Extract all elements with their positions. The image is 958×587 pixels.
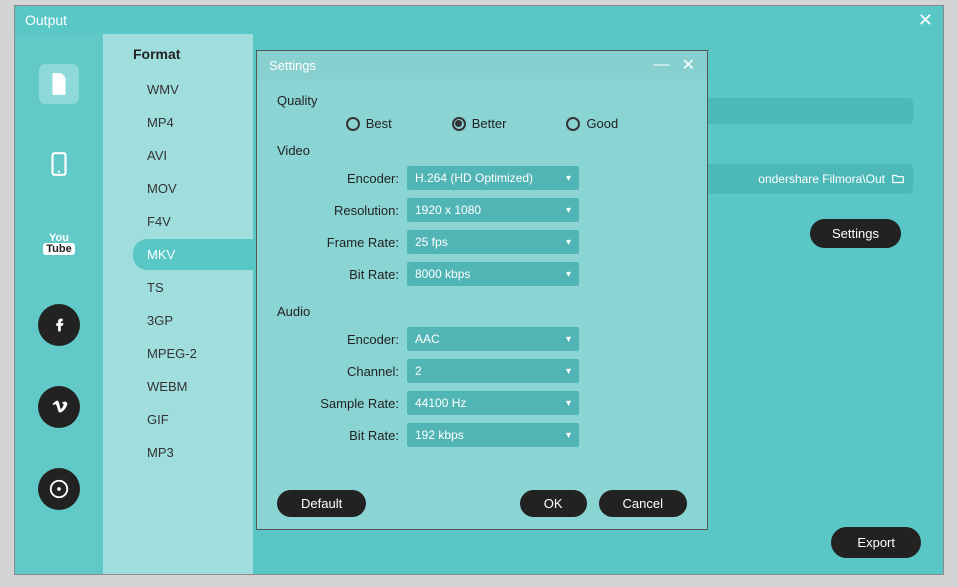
chevron-down-icon: ▾ (566, 237, 571, 248)
audio-encoder-value: AAC (415, 332, 440, 346)
quality-good-label: Good (586, 116, 618, 131)
settings-button[interactable]: Settings (810, 219, 901, 248)
facebook-icon (48, 314, 70, 336)
format-item-mp3[interactable]: MP3 (133, 437, 253, 468)
default-button[interactable]: Default (277, 490, 366, 517)
sidebar-item-youtube[interactable]: YouTube (39, 224, 79, 264)
sidebar-item-vimeo[interactable] (38, 386, 80, 428)
modal-title-bar: Settings — ✕ (257, 51, 707, 79)
audio-encoder-row: Encoder: AAC ▾ (277, 327, 687, 351)
format-item-webm[interactable]: WEBM (133, 371, 253, 402)
format-item-mov[interactable]: MOV (133, 173, 253, 204)
format-pane: Format WMV MP4 AVI MOV F4V MKV TS 3GP MP… (103, 34, 253, 574)
side-rail: YouTube (15, 34, 103, 574)
format-list: WMV MP4 AVI MOV F4V MKV TS 3GP MPEG-2 WE… (133, 74, 253, 468)
quality-row: Best Better Good (277, 116, 687, 131)
audio-bitrate-label: Bit Rate: (277, 428, 407, 443)
format-item-mkv[interactable]: MKV (133, 239, 253, 270)
format-item-ts[interactable]: TS (133, 272, 253, 303)
video-bitrate-row: Bit Rate: 8000 kbps ▾ (277, 262, 687, 286)
audio-bitrate-value: 192 kbps (415, 428, 464, 442)
video-encoder-value: H.264 (HD Optimized) (415, 171, 533, 185)
quality-best-label: Best (366, 116, 392, 131)
quality-good-radio[interactable]: Good (566, 116, 618, 131)
minimize-icon[interactable]: — (654, 56, 670, 74)
vimeo-icon (48, 396, 70, 418)
settings-modal: Settings — ✕ Quality Best Better Good Vi… (256, 50, 708, 530)
radio-icon (452, 117, 466, 131)
chevron-down-icon: ▾ (566, 173, 571, 184)
audio-encoder-label: Encoder: (277, 332, 407, 347)
quality-label: Quality (277, 93, 687, 108)
video-section-label: Video (277, 143, 687, 158)
chevron-down-icon: ▾ (566, 269, 571, 280)
format-item-mp4[interactable]: MP4 (133, 107, 253, 138)
format-item-wmv[interactable]: WMV (133, 74, 253, 105)
title-bar: Output ✕ (15, 6, 943, 34)
chevron-down-icon: ▾ (566, 398, 571, 409)
format-item-3gp[interactable]: 3GP (133, 305, 253, 336)
format-title: Format (133, 46, 253, 62)
ok-button[interactable]: OK (520, 490, 587, 517)
audio-samplerate-value: 44100 Hz (415, 396, 466, 410)
video-resolution-select[interactable]: 1920 x 1080 ▾ (407, 198, 579, 222)
audio-section-label: Audio (277, 304, 687, 319)
format-item-avi[interactable]: AVI (133, 140, 253, 171)
close-icon[interactable]: ✕ (918, 10, 933, 31)
audio-channel-value: 2 (415, 364, 422, 378)
video-encoder-row: Encoder: H.264 (HD Optimized) ▾ (277, 166, 687, 190)
audio-channel-select[interactable]: 2▾ (407, 359, 579, 383)
audio-samplerate-row: Sample Rate: 44100 Hz ▾ (277, 391, 687, 415)
quality-best-radio[interactable]: Best (346, 116, 392, 131)
modal-controls: — ✕ (654, 55, 695, 75)
format-item-gif[interactable]: GIF (133, 404, 253, 435)
video-framerate-select[interactable]: 25 fps ▾ (407, 230, 579, 254)
radio-icon (566, 117, 580, 131)
device-icon (46, 151, 72, 177)
video-resolution-label: Resolution: (277, 203, 407, 218)
video-bitrate-label: Bit Rate: (277, 267, 407, 282)
file-icon (46, 71, 72, 97)
audio-bitrate-row: Bit Rate: 192 kbps ▾ (277, 423, 687, 447)
chevron-down-icon: ▾ (566, 205, 571, 216)
modal-title: Settings (269, 58, 316, 73)
sidebar-item-dvd[interactable] (38, 468, 80, 510)
video-encoder-select[interactable]: H.264 (HD Optimized) ▾ (407, 166, 579, 190)
folder-icon[interactable] (891, 172, 905, 186)
format-item-mpeg2[interactable]: MPEG-2 (133, 338, 253, 369)
modal-body: Quality Best Better Good Video Encoder: … (257, 79, 707, 477)
cancel-button[interactable]: Cancel (599, 490, 687, 517)
video-encoder-label: Encoder: (277, 171, 407, 186)
audio-channel-row: Channel: 2▾ (277, 359, 687, 383)
video-bitrate-select[interactable]: 8000 kbps ▾ (407, 262, 579, 286)
video-resolution-value: 1920 x 1080 (415, 203, 481, 217)
audio-channel-label: Channel: (277, 364, 407, 379)
audio-encoder-select[interactable]: AAC ▾ (407, 327, 579, 351)
quality-better-radio[interactable]: Better (452, 116, 507, 131)
video-framerate-value: 25 fps (415, 235, 448, 249)
audio-bitrate-select[interactable]: 192 kbps ▾ (407, 423, 579, 447)
quality-better-label: Better (472, 116, 507, 131)
format-item-f4v[interactable]: F4V (133, 206, 253, 237)
save-path-text: ondershare Filmora\Out (758, 172, 885, 186)
chevron-down-icon: ▾ (566, 334, 571, 345)
dvd-icon (48, 478, 70, 500)
radio-icon (346, 117, 360, 131)
modal-close-icon[interactable]: ✕ (682, 55, 695, 75)
window-title: Output (25, 12, 67, 28)
audio-samplerate-select[interactable]: 44100 Hz ▾ (407, 391, 579, 415)
export-button[interactable]: Export (831, 527, 921, 558)
video-framerate-row: Frame Rate: 25 fps ▾ (277, 230, 687, 254)
chevron-down-icon: ▾ (566, 430, 571, 441)
video-bitrate-value: 8000 kbps (415, 267, 470, 281)
youtube-icon: YouTube (43, 233, 74, 255)
audio-samplerate-label: Sample Rate: (277, 396, 407, 411)
sidebar-item-facebook[interactable] (38, 304, 80, 346)
chevron-down-icon: ▾ (566, 366, 571, 377)
video-framerate-label: Frame Rate: (277, 235, 407, 250)
sidebar-item-file[interactable] (39, 64, 79, 104)
modal-footer: Default OK Cancel (257, 477, 707, 529)
sidebar-item-device[interactable] (39, 144, 79, 184)
video-resolution-row: Resolution: 1920 x 1080 ▾ (277, 198, 687, 222)
